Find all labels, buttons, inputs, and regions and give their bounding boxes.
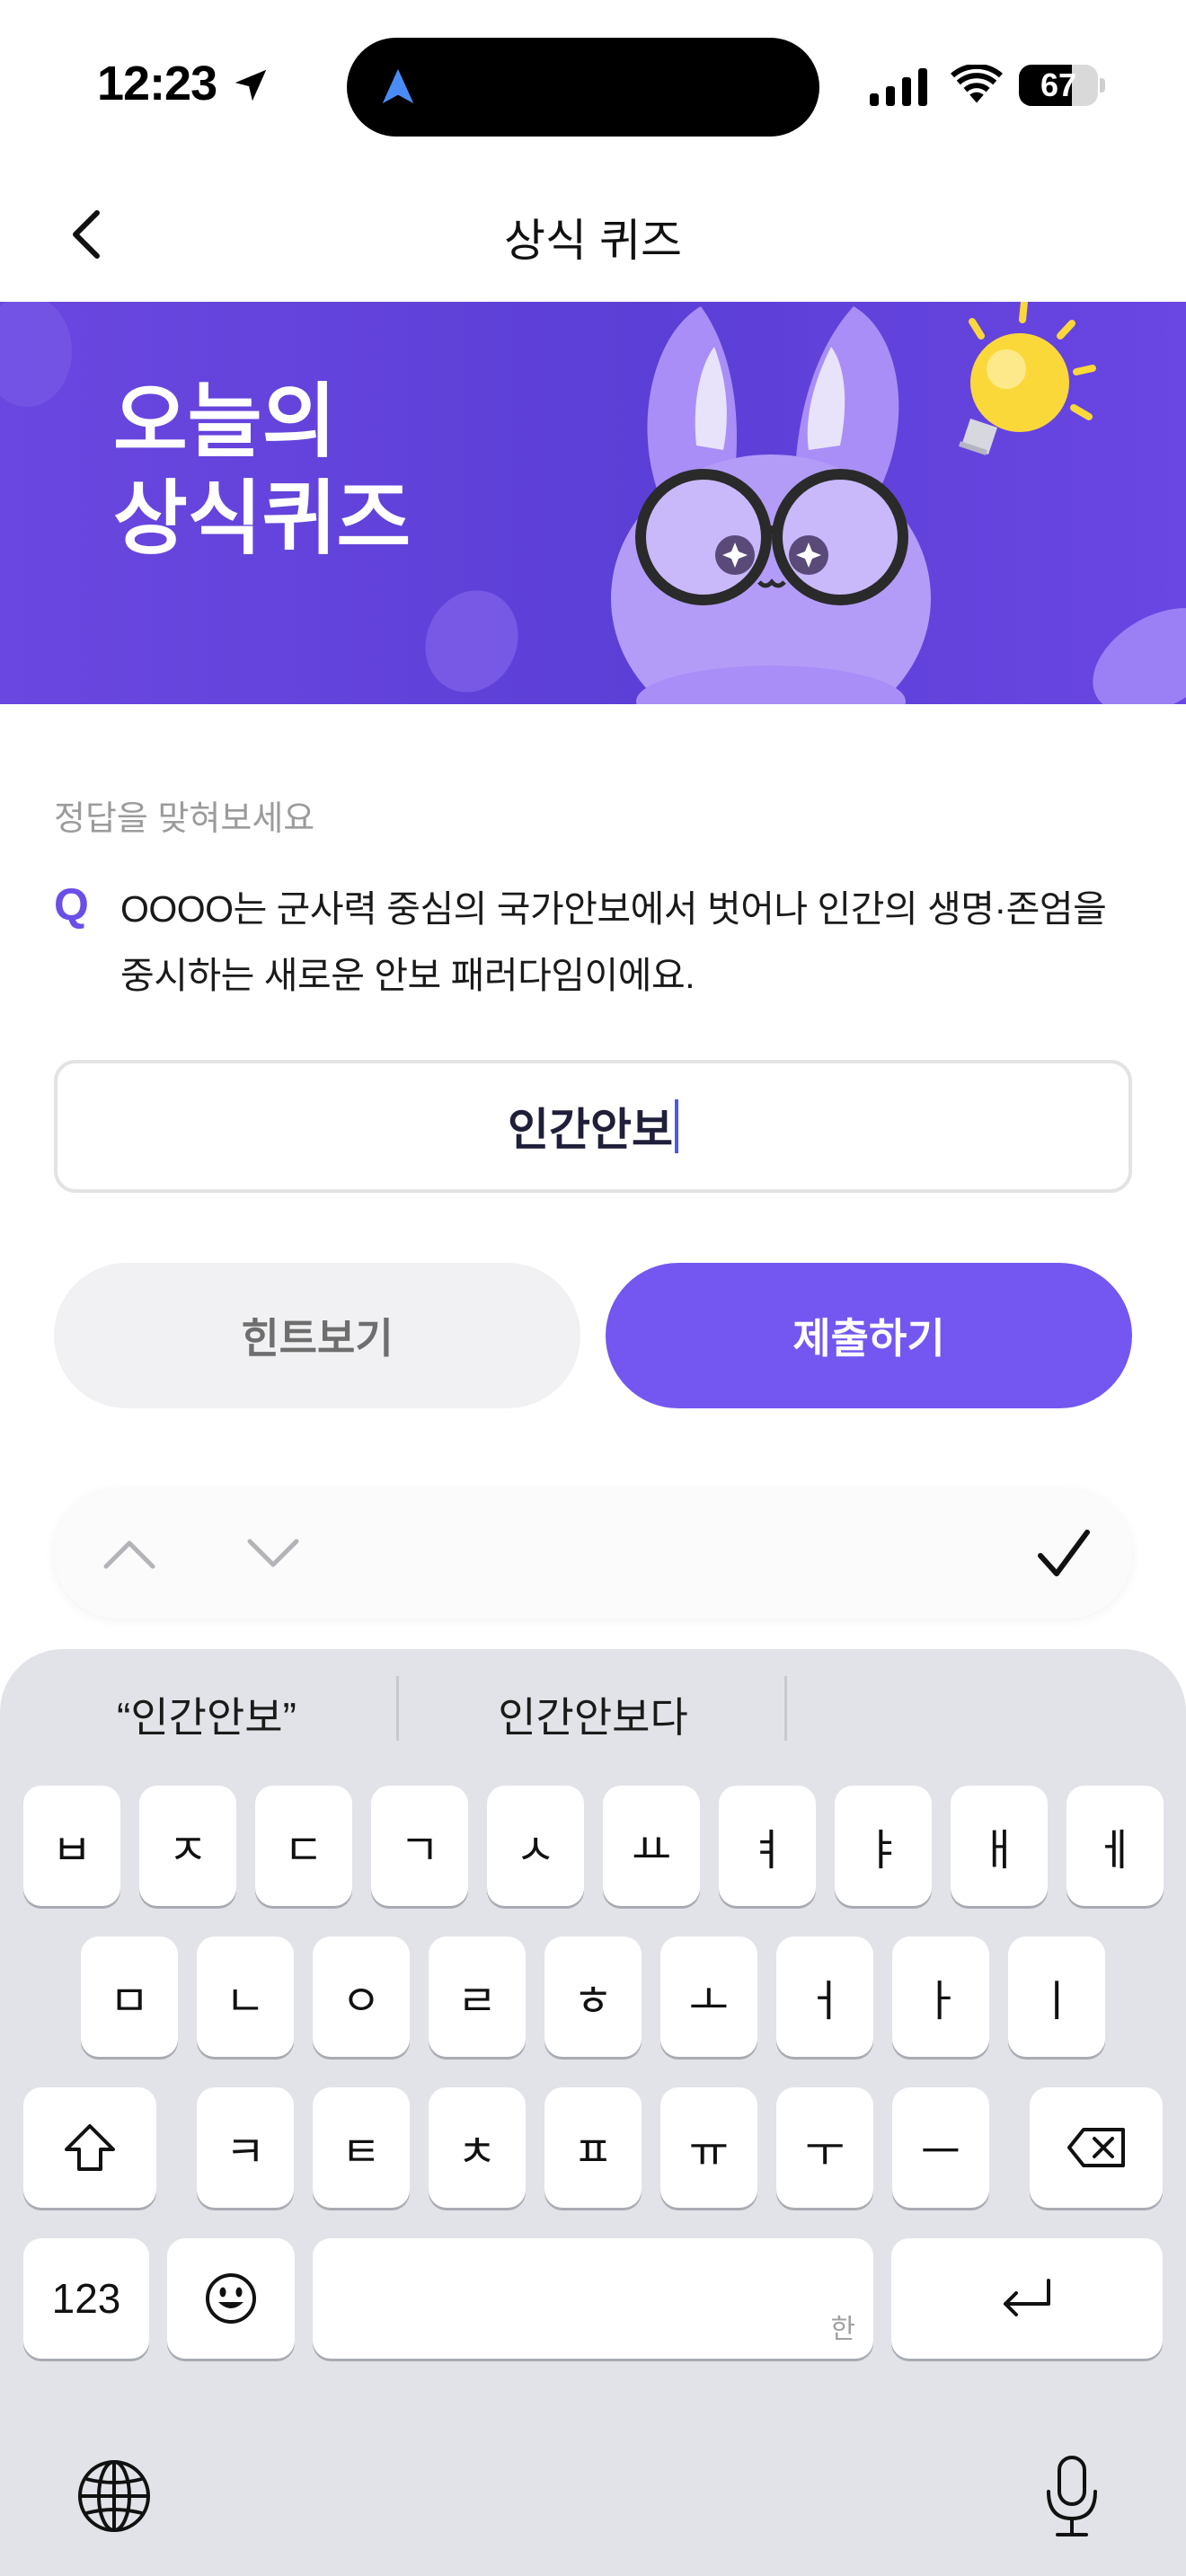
submit-button[interactable]: 제출하기 [606, 1263, 1132, 1408]
key[interactable]: ㅣ [1008, 1936, 1105, 2057]
battery-indicator: 67 [1019, 65, 1105, 106]
answer-value: 인간안보 [508, 1105, 673, 1155]
key[interactable]: ㅓ [776, 1936, 873, 2057]
key[interactable]: ㅕ [719, 1786, 816, 1906]
return-key[interactable] [891, 2238, 1163, 2359]
status-time: 12:23 [97, 57, 217, 110]
question-marker: Q [54, 879, 89, 930]
banner-title-line1: 오늘의 [113, 377, 337, 467]
globe-button[interactable] [75, 2457, 153, 2535]
backspace-key[interactable] [1030, 2087, 1163, 2208]
key[interactable]: ㅁ [81, 1936, 178, 2057]
emoji-icon [206, 2273, 256, 2324]
key[interactable]: ㅅ [487, 1786, 584, 1906]
key[interactable]: ㅋ [197, 2087, 294, 2208]
backspace-icon [1067, 2128, 1125, 2167]
text-caret [675, 1099, 678, 1153]
space-language-hint: 한 [830, 2314, 855, 2345]
space-key[interactable]: 한 [313, 2238, 873, 2359]
key[interactable]: ㄱ [371, 1786, 468, 1906]
done-button[interactable] [1028, 1518, 1100, 1590]
key[interactable]: ㅗ [660, 1936, 757, 2057]
cellular-signal-icon [870, 68, 927, 106]
numbers-key[interactable]: 123 [23, 2238, 149, 2359]
key[interactable]: ㅊ [429, 2087, 526, 2208]
key[interactable]: ㅜ [776, 2087, 873, 2208]
answer-input[interactable]: 인간안보 [54, 1060, 1132, 1193]
wifi-icon [951, 65, 1003, 103]
key[interactable]: ㅏ [892, 1936, 989, 2057]
key[interactable]: ㅑ [835, 1786, 932, 1906]
chevron-down-icon [247, 1539, 299, 1567]
shift-icon [65, 2124, 115, 2171]
page-title: 상식 퀴즈 [504, 216, 682, 266]
key[interactable]: ㅈ [139, 1786, 236, 1906]
suggestion-divider [396, 1676, 399, 1741]
return-icon [1004, 2279, 1050, 2316]
location-arrow-icon [235, 69, 267, 101]
battery-percent: 67 [1040, 66, 1077, 103]
hint-button[interactable]: 힌트보기 [54, 1263, 580, 1408]
key[interactable]: ㄴ [197, 1936, 294, 2057]
key[interactable]: ㅂ [23, 1786, 120, 1906]
banner-title: 오늘의 상식퀴즈 [113, 374, 411, 568]
navigation-arrow-icon [382, 68, 414, 104]
key[interactable]: ㅡ [892, 2087, 989, 2208]
chevron-up-icon [103, 1540, 155, 1569]
key[interactable]: ㄹ [429, 1936, 526, 2057]
suggestion-item[interactable]: 인간안보다 [431, 1685, 755, 1744]
key[interactable]: ㅍ [544, 2087, 642, 2208]
globe-icon [78, 2460, 150, 2532]
shift-key[interactable] [23, 2087, 156, 2208]
keyboard-bottom-bar [0, 2422, 1186, 2576]
quiz-banner: 오늘의 상식퀴즈 [0, 302, 1186, 704]
key[interactable]: ㅎ [544, 1936, 642, 2057]
key[interactable]: ㅐ [951, 1786, 1048, 1906]
key[interactable]: ㅇ [313, 1936, 410, 2057]
microphone-icon [1047, 2456, 1097, 2536]
quiz-prompt: 정답을 맞혀보세요 [54, 800, 315, 838]
suggestion-divider [784, 1676, 787, 1741]
keyboard-accessory-bar [54, 1489, 1132, 1619]
banner-title-line2: 상식퀴즈 [113, 474, 412, 564]
key[interactable]: ㅔ [1067, 1786, 1164, 1906]
previous-field-button[interactable] [93, 1518, 165, 1590]
key[interactable]: ㅌ [313, 2087, 410, 2208]
keyboard: “인간안보” 인간안보다 ㅂ ㅈ ㄷ ㄱ ㅅ ㅛ ㅕ ㅑ ㅐ ㅔ ㅁ ㄴ ㅇ ㄹ… [0, 1649, 1186, 2576]
nav-header: 상식 퀴즈 [0, 171, 1186, 296]
suggestion-item[interactable]: “인간안보” [54, 1685, 359, 1744]
checkmark-icon [1038, 1530, 1090, 1576]
key[interactable]: ㅠ [660, 2087, 757, 2208]
dictation-button[interactable] [1042, 2454, 1102, 2540]
next-field-button[interactable] [237, 1518, 309, 1590]
key[interactable]: ㅛ [603, 1786, 700, 1906]
question-text: OOOO는 군사력 중심의 국가안보에서 벗어나 인간의 생명·존엄을 중시하는… [120, 888, 1107, 996]
emoji-key[interactable] [167, 2238, 295, 2359]
suggestion-bar: “인간안보” 인간안보다 [0, 1649, 1186, 1775]
status-bar: 12:23 67 [0, 0, 1186, 162]
key[interactable]: ㄷ [255, 1786, 352, 1906]
